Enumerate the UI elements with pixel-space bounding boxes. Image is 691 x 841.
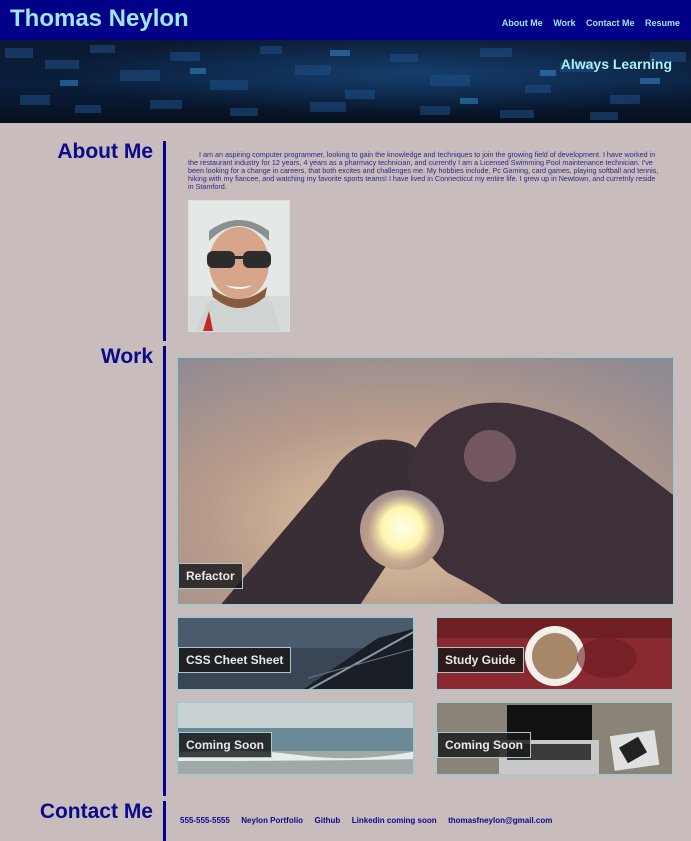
project-label: Coming Soon <box>437 732 531 758</box>
nav-link-about[interactable]: About Me <box>502 18 543 28</box>
site-header: Thomas Neylon About Me Work Contact Me R… <box>0 0 691 40</box>
profile-photo <box>188 200 290 332</box>
site-title[interactable]: Thomas Neylon <box>10 5 189 33</box>
contact-link-linkedin[interactable]: Linkedin coming soon <box>352 816 437 825</box>
project-tile-coming-soon-2[interactable]: Coming Soon <box>435 701 674 776</box>
project-label: CSS Cheet Sheet <box>178 647 292 673</box>
contact-links: 555-555-5555 Neylon Portfolio Github Lin… <box>180 810 559 828</box>
project-tile-refactor[interactable]: Refactor <box>176 356 675 606</box>
contact-link-email[interactable]: thomasfneylon@gmail.com <box>448 816 552 825</box>
work-heading: Work <box>100 345 153 368</box>
main-nav: About Me Work Contact Me Resume <box>496 13 680 31</box>
contact-link-github[interactable]: Github <box>315 816 341 825</box>
about-text: I am an aspiring computer programmer, lo… <box>188 150 659 191</box>
hero-banner: Always Learning <box>0 40 691 123</box>
nav-link-contact[interactable]: Contact Me <box>586 18 635 28</box>
banner-tagline: Always Learning <box>560 56 672 72</box>
project-label: Refactor <box>178 563 243 589</box>
banner-background-image <box>5 45 686 120</box>
contact-divider <box>163 801 166 841</box>
work-divider <box>163 346 166 796</box>
contact-phone: 555-555-5555 <box>180 816 230 825</box>
project-tile-coming-soon-1[interactable]: Coming Soon <box>176 701 415 776</box>
contact-link-portfolio[interactable]: Neylon Portfolio <box>241 816 303 825</box>
about-divider <box>163 141 166 341</box>
about-heading: About Me <box>57 140 153 163</box>
project-label: Study Guide <box>437 647 524 673</box>
project-image <box>178 358 673 604</box>
contact-heading: Contact Me <box>39 800 153 823</box>
project-label: Coming Soon <box>178 732 272 758</box>
nav-link-resume[interactable]: Resume <box>645 18 680 28</box>
nav-link-work[interactable]: Work <box>553 18 575 28</box>
project-tile-css-cheat-sheet[interactable]: CSS Cheet Sheet <box>176 616 415 691</box>
project-tile-study-guide[interactable]: Study Guide <box>435 616 674 691</box>
